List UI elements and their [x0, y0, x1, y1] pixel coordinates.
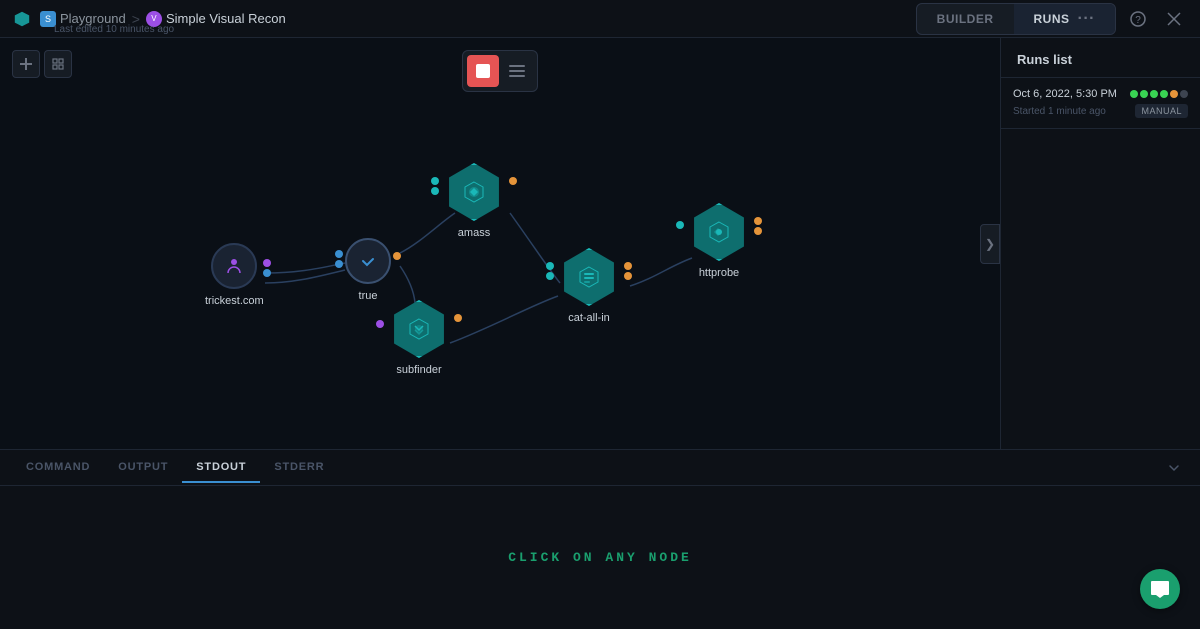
- run-item-footer: Started 1 minute ago MANUAL: [1013, 104, 1188, 118]
- trickest-circle: [211, 243, 257, 289]
- run-date: Oct 6, 2022, 5:30 PM: [1013, 88, 1117, 100]
- dot-2: [1140, 90, 1148, 98]
- cat-input-dot-1: [546, 262, 554, 270]
- canvas-toolbar: [462, 50, 538, 92]
- fit-view-button[interactable]: [44, 50, 72, 78]
- amass-output-dot: [509, 177, 517, 185]
- true-circle: [345, 238, 391, 284]
- zoom-out-button[interactable]: [12, 50, 40, 78]
- last-edited: Last edited 10 minutes ago: [54, 24, 174, 35]
- view-tabs: BUILDER RUNS ···: [916, 3, 1116, 35]
- bottom-tabs: COMMAND OUTPUT STDOUT STDERR: [0, 450, 1200, 486]
- bottom-panel: COMMAND OUTPUT STDOUT STDERR CLICK ON AN…: [0, 449, 1200, 629]
- httprobe-output-dot-1: [754, 217, 762, 225]
- tab-output[interactable]: OUTPUT: [104, 453, 182, 483]
- bottom-content: CLICK ON ANY NODE: [0, 486, 1200, 629]
- chat-button[interactable]: [1140, 569, 1180, 609]
- node-true[interactable]: true: [345, 238, 391, 302]
- tab-command[interactable]: COMMAND: [12, 453, 104, 483]
- node-trickest[interactable]: trickest.com: [205, 243, 264, 307]
- tab-stdout[interactable]: STDOUT: [182, 453, 260, 483]
- cat-output-dot-2: [624, 272, 632, 280]
- header-actions: BUILDER RUNS ··· ?: [916, 3, 1188, 35]
- run-started: Started 1 minute ago: [1013, 106, 1106, 117]
- runs-sidebar: Runs list Oct 6, 2022, 5:30 PM Started 1…: [1000, 38, 1200, 449]
- subfinder-hex: [390, 300, 448, 358]
- tab-builder[interactable]: BUILDER: [917, 4, 1014, 34]
- subfinder-output-dot: [454, 314, 462, 322]
- app-logo: [12, 9, 32, 29]
- run-item-header: Oct 6, 2022, 5:30 PM: [1013, 88, 1188, 100]
- true-output-dot: [393, 252, 401, 260]
- click-node-message: CLICK ON ANY NODE: [508, 550, 692, 565]
- amass-input-dot-2: [431, 187, 439, 195]
- true-input-dot: [335, 250, 343, 258]
- amass-input-dot-1: [431, 177, 439, 185]
- svg-text:?: ?: [1135, 15, 1141, 26]
- run-badge: MANUAL: [1135, 104, 1188, 118]
- run-status-dots: [1130, 90, 1188, 98]
- amass-hex: [445, 163, 503, 221]
- httprobe-label: httprobe: [699, 267, 739, 279]
- subfinder-label: subfinder: [396, 364, 441, 376]
- subfinder-input-dot: [376, 320, 384, 328]
- cat-input-dot-2: [546, 272, 554, 280]
- dot-1: [1130, 90, 1138, 98]
- cat-all-in-label: cat-all-in: [568, 312, 610, 324]
- trickest-dot-1: [263, 259, 271, 267]
- canvas-area: trickest.com true: [0, 38, 1000, 449]
- true-label: true: [359, 290, 378, 302]
- cat-all-in-hex: [560, 248, 618, 306]
- close-button[interactable]: [1160, 5, 1188, 33]
- help-button[interactable]: ?: [1124, 5, 1152, 33]
- dot-6: [1180, 90, 1188, 98]
- project-label: Simple Visual Recon: [166, 11, 286, 26]
- dot-5: [1170, 90, 1178, 98]
- httprobe-hex: [690, 203, 748, 261]
- connections-svg: [0, 38, 1000, 449]
- tab-stderr[interactable]: STDERR: [260, 453, 338, 483]
- runs-ellipsis: ···: [1078, 10, 1095, 28]
- main-layout: trickest.com true: [0, 38, 1200, 449]
- canvas-view-controls: [12, 50, 72, 78]
- header: S Playground > V Simple Visual Recon Las…: [0, 0, 1200, 38]
- trickest-label: trickest.com: [205, 295, 264, 307]
- node-httprobe[interactable]: httprobe: [690, 203, 748, 279]
- trickest-dot-2: [263, 269, 271, 277]
- list-tool-button[interactable]: [501, 55, 533, 87]
- sidebar-collapse-button[interactable]: ❯: [980, 224, 1000, 264]
- tab-runs[interactable]: RUNS ···: [1014, 4, 1116, 34]
- node-amass[interactable]: amass: [445, 163, 503, 239]
- dot-3: [1150, 90, 1158, 98]
- node-cat-all-in[interactable]: cat-all-in: [560, 248, 618, 324]
- select-tool-button[interactable]: [467, 55, 499, 87]
- httprobe-input-dot: [676, 221, 684, 229]
- true-input-dot-2: [335, 260, 343, 268]
- run-item[interactable]: Oct 6, 2022, 5:30 PM Started 1 minute ag…: [1001, 78, 1200, 129]
- cat-output-dot-1: [624, 262, 632, 270]
- node-subfinder[interactable]: subfinder: [390, 300, 448, 376]
- bottom-expand-button[interactable]: [1160, 454, 1188, 482]
- dot-4: [1160, 90, 1168, 98]
- runs-list-header: Runs list: [1001, 38, 1200, 78]
- amass-label: amass: [458, 227, 490, 239]
- httprobe-output-dot-2: [754, 227, 762, 235]
